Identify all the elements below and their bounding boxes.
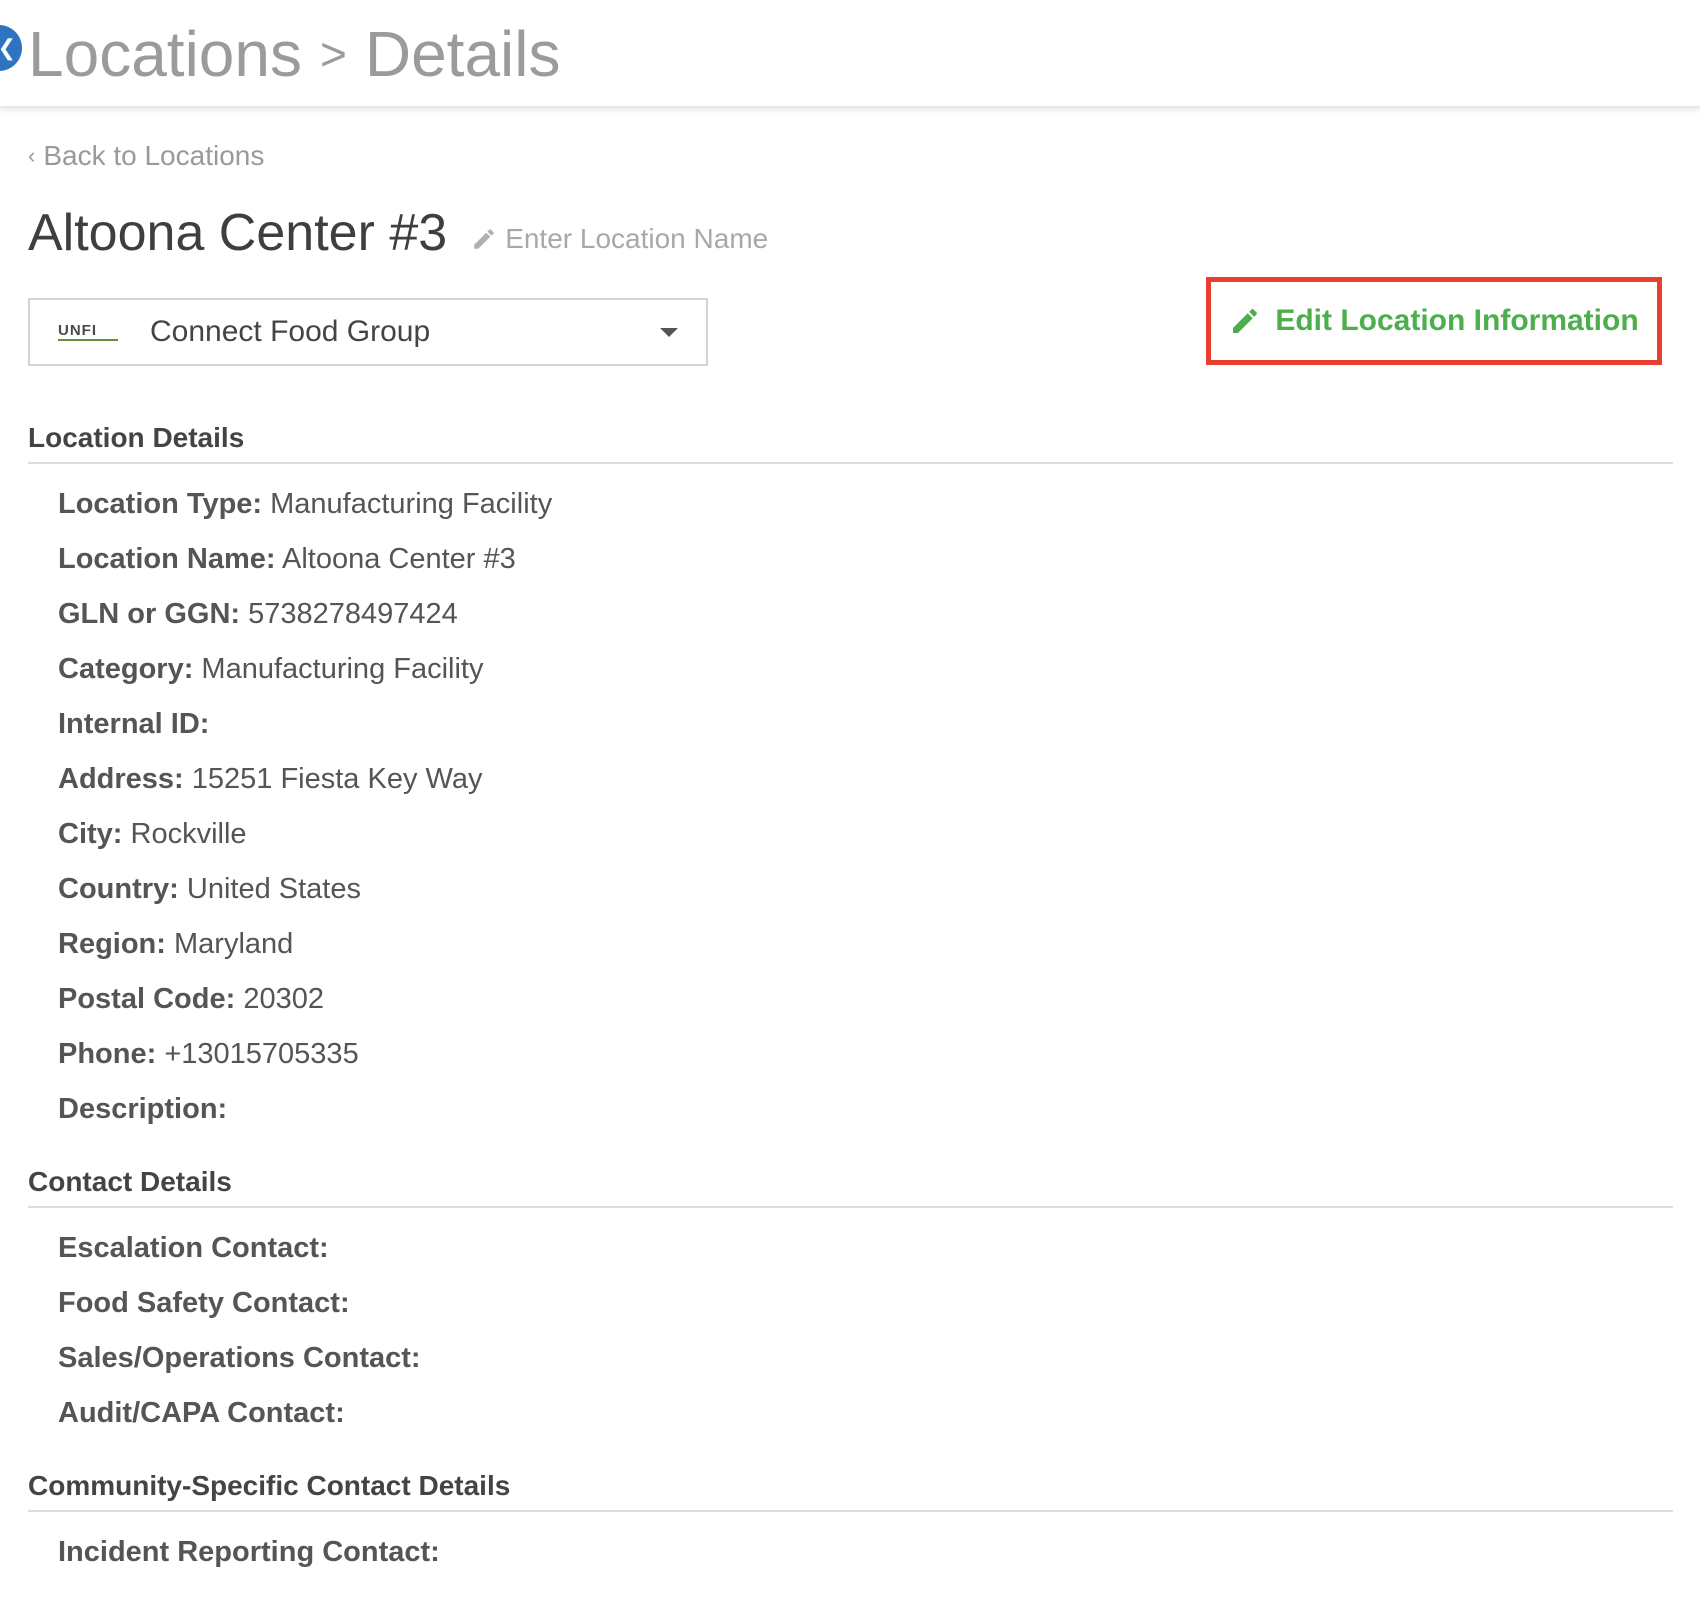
- field-location-type: Location Type: Manufacturing Facility: [58, 488, 553, 520]
- edit-location-information-label: Edit Location Information: [1275, 304, 1639, 337]
- pencil-icon: [474, 229, 494, 249]
- page-title: Altoona Center #3: [28, 204, 448, 262]
- location-details-heading: Location Details: [28, 422, 1673, 464]
- breadcrumb-locations[interactable]: Locations: [28, 22, 302, 86]
- field-gln: GLN or GGN: 5738278497424: [58, 598, 458, 630]
- enter-location-name-label: Enter Location Name: [505, 223, 769, 254]
- field-city: City: Rockville: [58, 818, 247, 850]
- field-audit-capa-contact: Audit/CAPA Contact:: [58, 1397, 345, 1429]
- field-address: Address: 15251 Fiesta Key Way: [58, 763, 483, 795]
- top-bar: ❮ Locations > Details: [0, 0, 1700, 107]
- back-to-locations-link[interactable]: ‹ Back to Locations: [28, 140, 264, 172]
- back-link-label: Back to Locations: [43, 140, 265, 171]
- organization-select-value: Connect Food Group: [150, 315, 431, 348]
- chevron-right-icon: >: [319, 28, 347, 80]
- field-sales-operations-contact: Sales/Operations Contact:: [58, 1342, 421, 1374]
- field-country: Country: United States: [58, 873, 361, 905]
- chevron-left-small-icon: ‹: [28, 143, 36, 168]
- field-phone: Phone: +13015705335: [58, 1038, 359, 1070]
- breadcrumb: Locations > Details: [28, 14, 560, 94]
- unfi-logo: UNFI: [58, 323, 118, 341]
- contact-details-heading: Contact Details: [28, 1166, 1673, 1208]
- field-escalation-contact: Escalation Contact:: [58, 1232, 329, 1264]
- field-category: Category: Manufacturing Facility: [58, 653, 484, 685]
- breadcrumb-details: Details: [364, 18, 561, 90]
- field-location-name: Location Name: Altoona Center #3: [58, 543, 516, 575]
- title-row: Altoona Center #3 Enter Location Name: [28, 200, 768, 266]
- field-food-safety-contact: Food Safety Contact:: [58, 1287, 350, 1319]
- field-region: Region: Maryland: [58, 928, 294, 960]
- field-description: Description:: [58, 1093, 228, 1125]
- field-internal-id: Internal ID:: [58, 708, 210, 740]
- pencil-icon: [1233, 308, 1258, 333]
- enter-location-name-link[interactable]: Enter Location Name: [471, 223, 768, 255]
- field-postal-code: Postal Code: 20302: [58, 983, 324, 1015]
- organization-select[interactable]: UNFI Connect Food Group: [28, 298, 708, 366]
- community-contact-details-heading: Community-Specific Contact Details: [28, 1470, 1673, 1512]
- chevron-left-icon[interactable]: ❮: [0, 25, 22, 71]
- edit-location-information-button[interactable]: Edit Location Information: [1206, 277, 1662, 365]
- field-incident-reporting-contact: Incident Reporting Contact:: [58, 1536, 440, 1568]
- caret-down-icon: [660, 327, 678, 337]
